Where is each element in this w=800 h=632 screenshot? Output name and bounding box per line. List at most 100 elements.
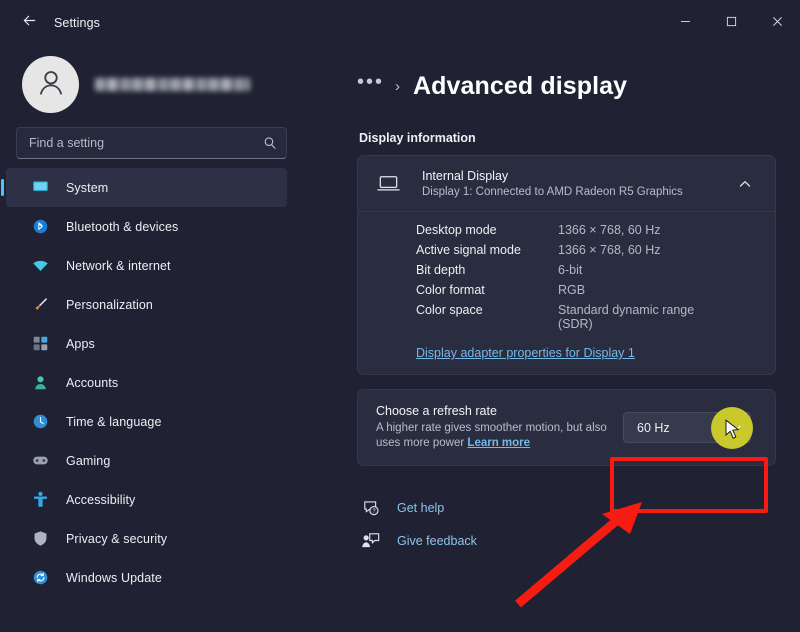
info-value: RGB (558, 283, 586, 297)
update-icon (30, 568, 50, 588)
sidebar-item-personalization[interactable]: Personalization (6, 285, 287, 324)
close-button[interactable] (754, 0, 800, 46)
refresh-rate-selected-value: 60 Hz (637, 420, 670, 435)
info-value: 6-bit (558, 263, 583, 277)
search-container (0, 123, 305, 159)
sidebar-item-label: Bluetooth & devices (66, 219, 179, 234)
sidebar-item-accounts[interactable]: Accounts (6, 363, 287, 402)
sidebar-nav: System Bluetooth & devices Network & int… (0, 168, 305, 597)
search-input[interactable] (29, 136, 263, 150)
account-block[interactable] (0, 50, 305, 123)
sidebar-item-label: Privacy & security (66, 531, 168, 546)
sidebar-item-time-language[interactable]: Time & language (6, 402, 287, 441)
sidebar-item-windows-update[interactable]: Windows Update (6, 558, 287, 597)
window-controls (662, 0, 800, 46)
get-help-link[interactable]: ? Get help (357, 494, 776, 521)
info-value: 1366 × 768, 60 Hz (558, 243, 661, 257)
sidebar-item-label: Accessibility (66, 492, 136, 507)
apps-icon (30, 334, 50, 354)
search-icon (263, 136, 277, 150)
breadcrumb-overflow-button[interactable]: ••• (357, 72, 384, 97)
refresh-rate-text: Choose a refresh rate A higher rate give… (376, 404, 623, 451)
section-label: Display information (359, 131, 476, 145)
info-key: Color format (416, 283, 485, 297)
clock-icon (30, 412, 50, 432)
avatar (22, 56, 79, 113)
info-row: Desktop mode 1366 × 768, 60 Hz (416, 223, 759, 237)
title-bar: Settings (0, 0, 800, 46)
sidebar-item-apps[interactable]: Apps (6, 324, 287, 363)
sidebar: System Bluetooth & devices Network & int… (0, 46, 305, 632)
bluetooth-icon (30, 217, 50, 237)
display-title: Internal Display (422, 169, 509, 183)
feedback-icon (357, 531, 383, 550)
sidebar-item-privacy-security[interactable]: Privacy & security (6, 519, 287, 558)
breadcrumb: ••• › Advanced display (357, 63, 776, 109)
window-title: Settings (54, 16, 100, 30)
footer-links: ? Get help Give feedback (357, 494, 776, 554)
sidebar-item-label: Time & language (66, 414, 162, 429)
info-row: Active signal mode 1366 × 768, 60 Hz (416, 243, 759, 257)
shield-icon (30, 529, 50, 549)
person-avatar-icon (34, 65, 68, 104)
info-value: 1366 × 768, 60 Hz (558, 223, 661, 237)
sidebar-item-label: Gaming (66, 453, 111, 468)
display-card-text: Internal Display Display 1: Connected to… (422, 169, 731, 198)
sidebar-item-label: Windows Update (66, 570, 162, 585)
close-icon (772, 14, 783, 32)
account-icon (30, 373, 50, 393)
minimize-icon (680, 14, 691, 32)
display-card-body: Desktop mode 1366 × 768, 60 Hz Active si… (358, 212, 775, 374)
search-box[interactable] (16, 127, 287, 159)
info-row: Color space Standard dynamic range (SDR) (416, 303, 759, 331)
give-feedback-link[interactable]: Give feedback (357, 527, 776, 554)
minimize-button[interactable] (662, 0, 708, 46)
learn-more-link[interactable]: Learn more (467, 437, 530, 449)
refresh-rate-description: A higher rate gives smoother motion, but… (376, 421, 623, 451)
wifi-icon (30, 256, 50, 276)
refresh-rate-title: Choose a refresh rate (376, 404, 497, 418)
display-adapter-properties-link[interactable]: Display adapter properties for Display 1 (416, 346, 635, 360)
sidebar-item-label: Apps (66, 336, 95, 351)
display-information-card: Internal Display Display 1: Connected to… (357, 155, 776, 375)
display-card-header[interactable]: Internal Display Display 1: Connected to… (358, 156, 775, 212)
sidebar-item-system[interactable]: System (1, 168, 287, 207)
info-row: Color format RGB (416, 283, 759, 297)
help-icon: ? (357, 498, 383, 517)
info-value: Standard dynamic range (SDR) (558, 303, 695, 331)
gamepad-icon (30, 451, 50, 471)
info-key: Desktop mode (416, 223, 497, 237)
laptop-icon (376, 171, 406, 196)
sidebar-item-accessibility[interactable]: Accessibility (6, 480, 287, 519)
breadcrumb-separator-icon: › (395, 77, 401, 95)
refresh-rate-dropdown[interactable]: 60 Hz (623, 406, 753, 449)
info-row: Bit depth 6-bit (416, 263, 759, 277)
sidebar-item-label: Network & internet (66, 258, 171, 273)
back-arrow-icon (21, 12, 38, 34)
settings-window: Settings Find a setting System Bluetooth… (0, 0, 800, 632)
sidebar-item-label: System (66, 180, 109, 195)
sidebar-item-label: Personalization (66, 297, 153, 312)
get-help-label: Get help (397, 500, 445, 515)
accessibility-icon (30, 490, 50, 510)
refresh-rate-card: Choose a refresh rate A higher rate give… (357, 389, 776, 466)
window-body: System Bluetooth & devices Network & int… (0, 46, 800, 632)
maximize-button[interactable] (708, 0, 754, 46)
sidebar-item-gaming[interactable]: Gaming (6, 441, 287, 480)
maximize-icon (726, 14, 737, 32)
mouse-cursor-icon (725, 418, 740, 439)
account-name-redacted (95, 78, 250, 91)
give-feedback-label: Give feedback (397, 533, 477, 548)
sidebar-item-bluetooth-devices[interactable]: Bluetooth & devices (6, 207, 287, 246)
chevron-up-icon[interactable] (731, 170, 759, 198)
sidebar-item-network-internet[interactable]: Network & internet (6, 246, 287, 285)
paintbrush-icon (30, 295, 50, 315)
info-key: Bit depth (416, 263, 466, 277)
back-button[interactable] (12, 8, 46, 38)
info-key: Active signal mode (416, 243, 521, 257)
main-content: ••• › Advanced display Display informati… (305, 46, 800, 632)
sidebar-item-label: Accounts (66, 375, 119, 390)
display-subtitle: Display 1: Connected to AMD Radeon R5 Gr… (422, 186, 683, 198)
page-title: Advanced display (413, 71, 628, 100)
monitor-icon (30, 178, 50, 198)
